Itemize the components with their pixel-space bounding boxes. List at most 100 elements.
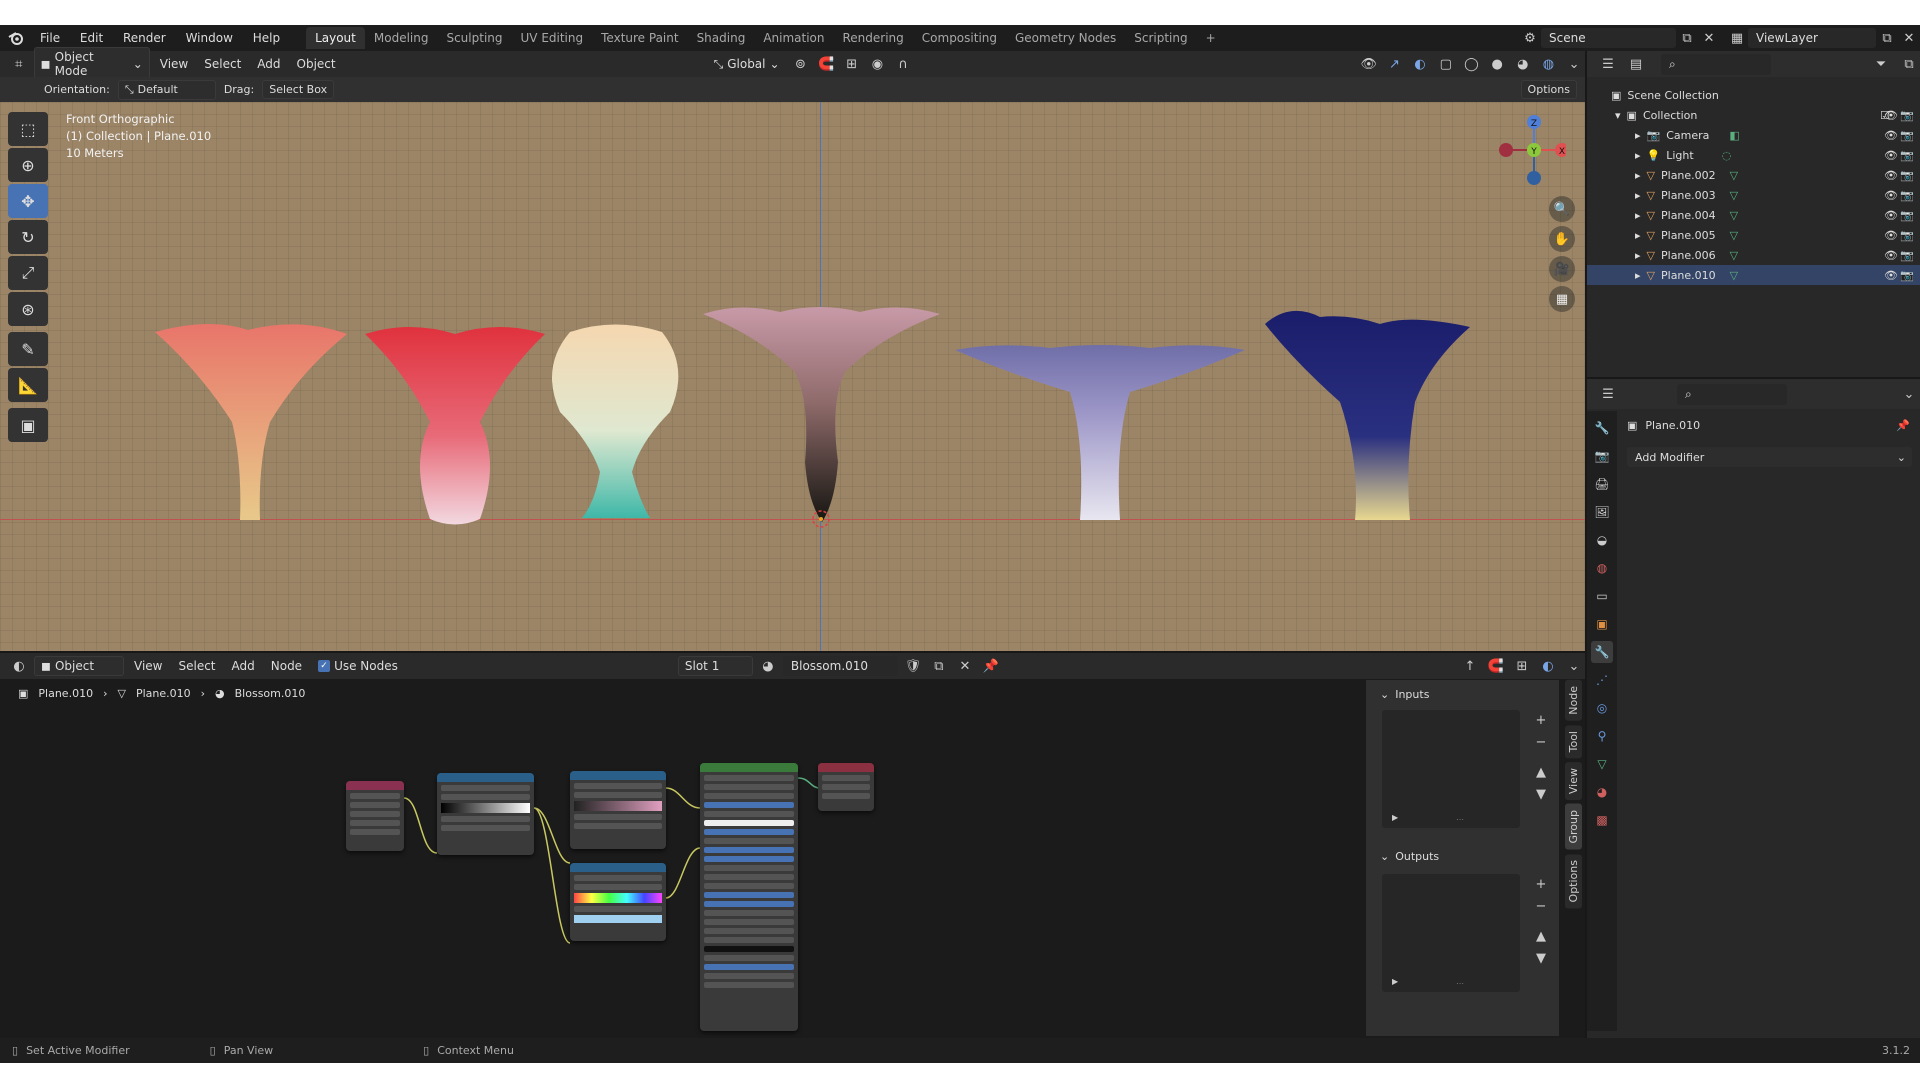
material-tab-icon[interactable]: ◕ [1591, 781, 1613, 803]
outliner-item-plane-003[interactable]: ▸ ▽ Plane.003 ▽ 👁 📷 [1587, 185, 1920, 205]
outliner-collection[interactable]: ▾ ▣ Collection ☑ 👁 📷 [1587, 105, 1920, 125]
delete-view-layer-icon[interactable]: ✕ [1898, 28, 1920, 48]
pivot-icon[interactable]: ⊚ [790, 54, 812, 74]
outliner-item-plane-004[interactable]: ▸ ▽ Plane.004 ▽ 👁 📷 [1587, 205, 1920, 225]
menu-help[interactable]: Help [245, 31, 288, 45]
navigation-gizmo[interactable]: Z X Y [1486, 108, 1566, 188]
solid-shading-icon[interactable]: ● [1486, 54, 1508, 74]
camera-render-icon[interactable]: 📷 [1900, 229, 1914, 242]
object-tab-icon[interactable]: ▣ [1591, 613, 1613, 635]
flower-plane-002[interactable] [155, 323, 347, 520]
particles-tab-icon[interactable]: ⋰ [1591, 669, 1613, 691]
tab-options[interactable]: Options [1564, 853, 1582, 909]
tab-modeling[interactable]: Modeling [365, 27, 438, 49]
overlay-toggle-icon[interactable]: ◐ [1409, 54, 1431, 74]
camera-render-icon[interactable]: 📷 [1900, 269, 1914, 282]
flower-plane-003[interactable] [365, 327, 545, 525]
eye-icon[interactable]: 👁 [1884, 209, 1898, 222]
eye-icon[interactable]: 👁 [1884, 229, 1898, 242]
outliner-item-camera[interactable]: ▸ 📷 Camera ◧ 👁 📷 [1587, 125, 1920, 145]
xray-icon[interactable]: ▢ [1435, 54, 1457, 74]
add-menu[interactable]: Add [251, 55, 286, 73]
tool-tab-icon[interactable]: 🔧 [1591, 417, 1613, 439]
add-modifier-dropdown[interactable]: Add Modifier ⌄ [1627, 447, 1912, 467]
expand-arrow-icon[interactable]: ▸ [1635, 209, 1641, 222]
orientation-dropdown[interactable]: ⤡ Default [117, 79, 216, 100]
color-swatch[interactable] [574, 915, 662, 923]
expand-arrow-icon[interactable]: ▸ [1635, 169, 1641, 182]
eye-icon[interactable]: 👁 [1884, 149, 1898, 162]
tab-sculpting[interactable]: Sculpting [437, 27, 511, 49]
flower-plane-005[interactable] [703, 307, 940, 522]
flower-plane-004[interactable] [552, 324, 679, 519]
add-output-icon[interactable]: + [1530, 874, 1552, 894]
tab-tool[interactable]: Tool [1564, 724, 1582, 759]
outputs-list[interactable]: ▶ ⋯ [1382, 874, 1520, 992]
tab-shading[interactable]: Shading [688, 27, 755, 49]
new-view-layer-icon[interactable]: ⧉ [1876, 28, 1898, 48]
snap-mode-icon[interactable]: ⊞ [1511, 656, 1533, 676]
tab-geometry-nodes[interactable]: Geometry Nodes [1006, 27, 1125, 49]
menu-edit[interactable]: Edit [72, 31, 111, 45]
menu-window[interactable]: Window [178, 31, 241, 45]
visibility-icon[interactable]: 👁 [1358, 54, 1380, 74]
eye-icon[interactable]: 👁 [1884, 189, 1898, 202]
tab-scripting[interactable]: Scripting [1125, 27, 1196, 49]
3d-viewport[interactable]: Front Orthographic (1) Collection | Plan… [0, 102, 1585, 651]
transform-orientation-dropdown[interactable]: ⤡ Global ⌄ [708, 55, 786, 74]
resize-grip-icon[interactable]: ⋯ [1456, 815, 1464, 824]
perspective-grid-icon[interactable]: ▦ [1549, 286, 1575, 312]
camera-view-icon[interactable]: 🎥 [1549, 256, 1575, 282]
expand-arrow-icon[interactable]: ▸ [1635, 249, 1641, 262]
scene-tab-icon[interactable]: ◒ [1591, 529, 1613, 551]
add-input-icon[interactable]: + [1530, 710, 1552, 730]
snap-icon[interactable]: 🧲 [815, 54, 837, 74]
outliner-item-plane-010[interactable]: ▸ ▽ Plane.010 ▽ 👁 📷 [1587, 265, 1920, 285]
overlay-toggle-icon[interactable]: ◐ [1537, 656, 1559, 676]
outliner-scene-collection[interactable]: ▣ Scene Collection [1587, 85, 1920, 105]
expand-arrow-icon[interactable]: ▸ [1635, 269, 1641, 282]
mesh-data-tab-icon[interactable]: ▽ [1591, 753, 1613, 775]
eye-icon[interactable]: 👁 [1884, 269, 1898, 282]
zoom-icon[interactable]: 🔍 [1549, 196, 1575, 222]
node-attribute[interactable] [346, 781, 404, 851]
camera-render-icon[interactable]: 📷 [1900, 169, 1914, 182]
tab-layout[interactable]: Layout [306, 27, 365, 49]
remove-input-icon[interactable]: − [1530, 732, 1552, 752]
node-principled-bsdf[interactable] [700, 763, 798, 1031]
view-layer-icon[interactable]: ▦ [1726, 28, 1748, 48]
flower-plane-010[interactable] [1265, 310, 1470, 520]
scene-field[interactable]: Scene [1541, 28, 1676, 48]
render-tab-icon[interactable]: 📷 [1591, 445, 1613, 467]
eye-icon[interactable]: 👁 [1884, 249, 1898, 262]
expand-arrow-icon[interactable]: ▸ [1635, 149, 1641, 162]
move-up-icon[interactable]: ▲ [1530, 762, 1552, 782]
delete-scene-icon[interactable]: ✕ [1698, 28, 1720, 48]
outliner-editor-icon[interactable]: ☰ [1597, 54, 1619, 74]
new-scene-icon[interactable]: ⧉ [1676, 28, 1698, 48]
menu-file[interactable]: File [32, 31, 68, 45]
camera-render-icon[interactable]: 📷 [1900, 149, 1914, 162]
camera-render-icon[interactable]: 📷 [1900, 109, 1914, 122]
node-color-ramp-2[interactable] [570, 771, 666, 849]
wireframe-shading-icon[interactable]: ◯ [1461, 54, 1483, 74]
tab-node[interactable]: Node [1564, 680, 1582, 721]
move-down-icon[interactable]: ▼ [1530, 948, 1552, 968]
view-menu[interactable]: View [154, 55, 194, 73]
chevron-down-icon[interactable]: ⌄ [1563, 656, 1585, 676]
parent-node-tree-icon[interactable]: ↑ [1459, 656, 1481, 676]
physics-tab-icon[interactable]: ◎ [1591, 697, 1613, 719]
camera-render-icon[interactable]: 📷 [1900, 209, 1914, 222]
world-tab-icon[interactable]: ◍ [1591, 557, 1613, 579]
shading-options-icon[interactable]: ⌄ [1563, 54, 1585, 74]
outliner-search-input[interactable]: ⌕ [1661, 53, 1771, 75]
scene-icon[interactable]: ⚙ [1519, 28, 1541, 48]
tab-rendering[interactable]: Rendering [834, 27, 913, 49]
move-down-icon[interactable]: ▼ [1530, 784, 1552, 804]
tab-view[interactable]: View [1564, 762, 1582, 801]
collection-tab-icon[interactable]: ▭ [1591, 585, 1613, 607]
filter-icon[interactable]: ⏷ [1870, 54, 1892, 74]
outliner-item-plane-006[interactable]: ▸ ▽ Plane.006 ▽ 👁 📷 [1587, 245, 1920, 265]
inputs-list[interactable]: ▶ ⋯ [1382, 710, 1520, 828]
modifier-tab-icon[interactable]: 🔧 [1591, 641, 1613, 663]
